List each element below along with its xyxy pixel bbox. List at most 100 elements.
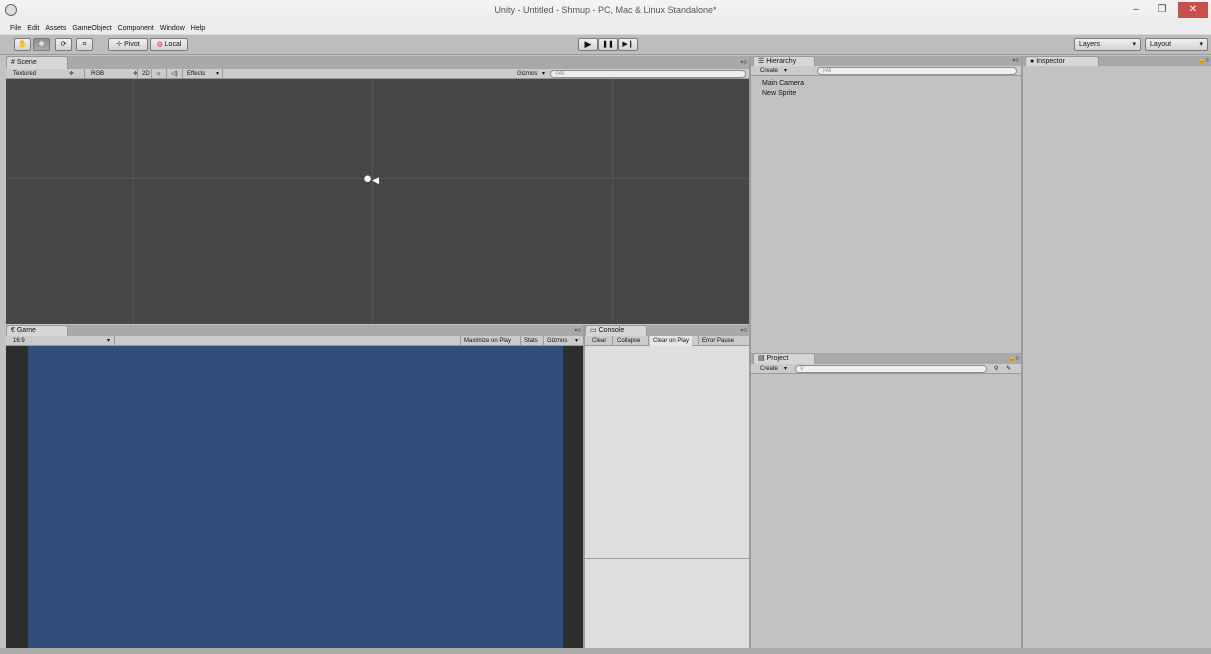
console-icon: ▭ xyxy=(590,327,597,334)
play-button[interactable]: ▶ xyxy=(578,38,598,51)
shading-mode-dropdown[interactable]: Textured xyxy=(10,69,39,79)
maximize-button[interactable]: ❐ xyxy=(1150,2,1174,18)
list-item[interactable]: Main Camera xyxy=(762,79,804,89)
local-toggle[interactable]: ◍ Local xyxy=(150,38,188,51)
menu-window[interactable]: Window xyxy=(157,22,188,35)
audio-icon[interactable]: ◁) xyxy=(168,69,181,79)
inspector-tab-strip: ● Inspector 🔒≡ xyxy=(1023,56,1211,66)
tab-inspector[interactable]: ● Inspector xyxy=(1025,56,1099,66)
move-tool-button[interactable]: ✥ xyxy=(33,38,50,51)
stats-toggle[interactable]: Stats xyxy=(521,336,541,346)
scene-toolbar: Textured ≑ RGB ≑ 2D ☼ ◁) Effects ▾ Gizmo… xyxy=(6,69,749,79)
game-panel: € Game ▾≡ 16:9 ▾ Maximize on Play Stats … xyxy=(6,325,583,648)
panel-divider[interactable] xyxy=(1021,56,1023,648)
gizmos-dropdown[interactable]: Gizmos xyxy=(544,336,570,346)
scene-search-input[interactable]: ⚲All xyxy=(550,70,746,78)
minimize-button[interactable]: – xyxy=(1124,2,1148,18)
project-tab-strip: ▤ Project 🔒≡ xyxy=(751,353,1021,364)
tab-console[interactable]: ▭ Console xyxy=(585,325,647,336)
scale-tool-button[interactable]: ⌗ xyxy=(76,38,93,51)
list-item[interactable]: New Sprite xyxy=(762,89,804,99)
scene-tab-label: Scene xyxy=(16,59,37,66)
layout-dropdown[interactable]: Layout ▾ xyxy=(1145,38,1208,51)
maximize-on-play-toggle[interactable]: Maximize on Play xyxy=(461,336,514,346)
scene-view[interactable]: ●◀ xyxy=(6,79,749,324)
menu-gameobject[interactable]: GameObject xyxy=(69,22,114,35)
layers-dropdown[interactable]: Layers ▾ xyxy=(1074,38,1141,51)
panel-menu-icon[interactable]: ▾≡ xyxy=(740,59,747,66)
hierarchy-toolbar: Create ▾ ⚲All xyxy=(751,66,1021,76)
hierarchy-search-input[interactable]: ⚲All xyxy=(817,67,1017,75)
lock-icon[interactable]: 🔒≡ xyxy=(1198,57,1209,64)
lighting-icon[interactable]: ☼ xyxy=(153,69,165,79)
console-detail-area[interactable] xyxy=(585,559,749,648)
hierarchy-panel: ☰ Hierarchy ▾≡ Create ▾ ⚲All Main Camera… xyxy=(751,56,1021,352)
project-search-input[interactable]: ⚲ xyxy=(795,365,987,373)
hierarchy-search-placeholder: All xyxy=(825,68,832,74)
panel-menu-icon[interactable]: ▾≡ xyxy=(574,327,581,334)
rotate-tool-button[interactable]: ⟳ xyxy=(55,38,72,51)
project-tab-label: Project xyxy=(766,355,789,362)
menu-assets[interactable]: Assets xyxy=(42,22,69,35)
console-clear-on-play-toggle[interactable]: Clear on Play xyxy=(650,336,693,346)
hierarchy-tab-label: Hierarchy xyxy=(766,58,797,65)
menu-component[interactable]: Component xyxy=(115,22,157,35)
aspect-ratio-dropdown[interactable]: 16:9 xyxy=(10,336,28,346)
hierarchy-create-dropdown[interactable]: Create xyxy=(757,66,781,76)
console-clear-button[interactable]: Clear xyxy=(589,336,609,346)
project-panel: ▤ Project 🔒≡ Create ▾ ⚲ ⚲ ✎ xyxy=(751,353,1021,648)
pivot-label: Pivot xyxy=(124,41,140,48)
effects-dropdown[interactable]: Effects xyxy=(184,69,208,79)
menu-file[interactable]: File xyxy=(0,22,24,35)
status-bar xyxy=(0,648,1211,654)
menu-help[interactable]: Help xyxy=(188,22,208,35)
tab-project[interactable]: ▤ Project xyxy=(753,353,815,364)
local-label: Local xyxy=(164,41,182,48)
game-view[interactable] xyxy=(6,346,583,648)
render-mode-dropdown[interactable]: RGB xyxy=(88,69,107,79)
game-tab-strip: € Game ▾≡ xyxy=(6,325,583,336)
panel-menu-icon[interactable]: ▾≡ xyxy=(1012,57,1019,64)
pivot-toggle[interactable]: ✛ Pivot xyxy=(108,38,148,51)
close-button[interactable]: ✕ xyxy=(1178,2,1208,18)
game-camera-viewport xyxy=(28,346,563,648)
project-create-dropdown[interactable]: Create xyxy=(757,364,781,374)
menu-edit[interactable]: Edit xyxy=(24,22,42,35)
grid-icon: # xyxy=(11,59,15,66)
gizmos-dropdown[interactable]: Gizmos xyxy=(514,69,540,79)
chevron-down-icon: ▾ xyxy=(107,338,111,344)
info-icon: ● xyxy=(1030,58,1035,65)
hierarchy-tree: Main Camera New Sprite xyxy=(762,79,804,99)
console-tab-strip: ▭ Console ▾≡ xyxy=(585,325,749,336)
pause-button[interactable]: ❚❚ xyxy=(598,38,618,51)
tab-game[interactable]: € Game xyxy=(6,325,68,336)
globe-icon: ◍ xyxy=(156,41,163,48)
panel-divider[interactable] xyxy=(583,325,585,648)
filter-by-type-icon[interactable]: ⚲ xyxy=(991,364,1001,374)
console-error-pause-toggle[interactable]: Error Pause xyxy=(699,336,737,346)
chevron-down-icon: ▾ xyxy=(784,68,788,74)
step-icon: ▶❙ xyxy=(622,41,634,48)
game-toolbar: 16:9 ▾ Maximize on Play Stats Gizmos ▾ xyxy=(6,336,583,346)
chevron-down-icon: ▾ xyxy=(1199,41,1203,48)
list-icon: ☰ xyxy=(758,58,765,65)
panel-menu-icon[interactable]: ▾≡ xyxy=(740,327,747,334)
console-panel: ▭ Console ▾≡ Clear Collapse Clear on Pla… xyxy=(585,325,749,648)
filter-by-label-icon[interactable]: ✎ xyxy=(1003,364,1014,374)
window-title-bar: Unity - Untitled - Shmup - PC, Mac & Lin… xyxy=(0,0,1211,22)
menu-bar: File Edit Assets GameObject Component Window H… xyxy=(0,22,1211,35)
console-collapse-button[interactable]: Collapse xyxy=(614,336,643,346)
project-toolbar: Create ▾ ⚲ ⚲ ✎ xyxy=(751,364,1021,374)
hierarchy-tab-strip: ☰ Hierarchy ▾≡ xyxy=(751,56,1021,66)
tab-scene[interactable]: # Scene xyxy=(6,56,68,69)
tab-hierarchy[interactable]: ☰ Hierarchy xyxy=(753,56,815,66)
hand-tool-button[interactable]: ✋ xyxy=(14,38,31,51)
camera-gizmo-icon[interactable]: ●◀ xyxy=(363,171,379,188)
scale-icon: ⌗ xyxy=(82,41,87,48)
console-log-area[interactable] xyxy=(585,346,749,558)
step-button[interactable]: ▶❙ xyxy=(618,38,638,51)
panel-menu-icon[interactable]: 🔒≡ xyxy=(1008,355,1019,362)
scene-panel: # Scene ▾≡ Textured ≑ RGB ≑ 2D ☼ ◁) Effe… xyxy=(6,56,749,324)
panel-divider[interactable] xyxy=(749,56,751,648)
chevron-down-icon: ▾ xyxy=(216,71,220,77)
